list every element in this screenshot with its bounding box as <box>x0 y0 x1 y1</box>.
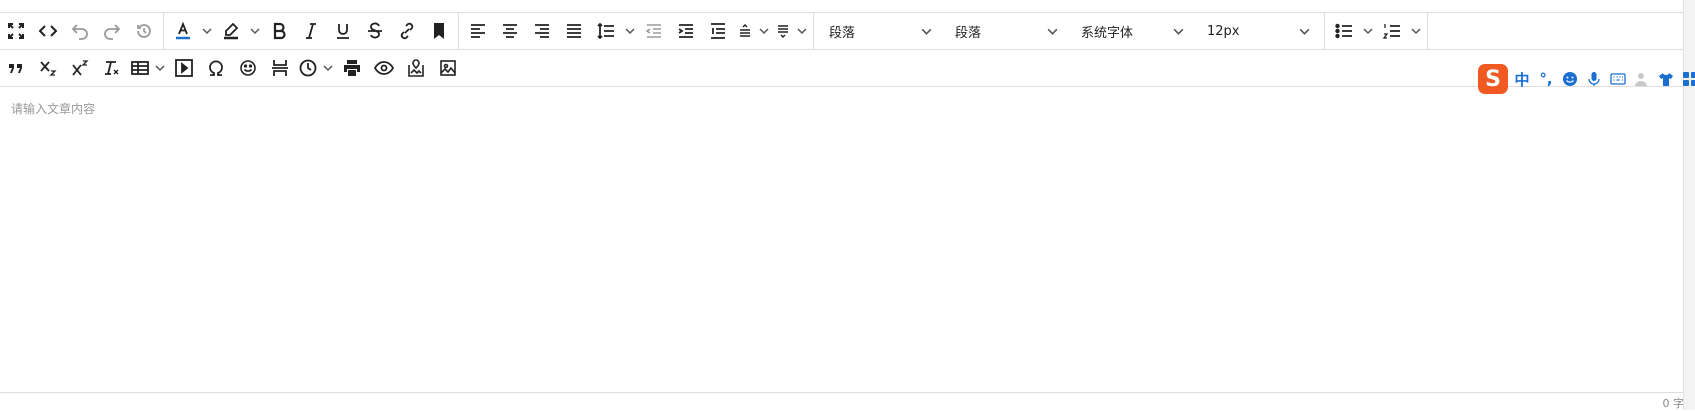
toolbar-row-1: 段落 段落 系统字体 12px <box>0 12 1684 50</box>
special-character-icon[interactable] <box>200 52 232 84</box>
numbered-list-icon[interactable] <box>1376 15 1408 47</box>
video-icon[interactable] <box>168 52 200 84</box>
chevron-down-icon[interactable] <box>199 15 215 47</box>
microphone-icon[interactable] <box>1584 69 1604 89</box>
chevron-down-icon[interactable] <box>1408 15 1424 47</box>
chevron-down-icon <box>1173 28 1184 35</box>
editor-content[interactable]: 请输入文章内容 <box>0 92 1684 392</box>
ime-mode-toggle[interactable]: 中 <box>1512 69 1532 89</box>
toolbar-separator <box>1324 13 1325 49</box>
paragraph-format-select[interactable]: 段落 <box>817 13 943 49</box>
chevron-down-icon <box>921 28 932 35</box>
ime-toolbar: S 中 °, <box>1478 64 1695 94</box>
paragraph-format-value: 段落 <box>829 25 856 41</box>
spacing-after-icon[interactable] <box>772 15 794 47</box>
emoji-icon[interactable] <box>232 52 264 84</box>
word-count: 0 字 <box>1662 397 1685 410</box>
toolbar-separator <box>813 13 814 49</box>
blockquote-icon[interactable] <box>0 52 32 84</box>
fullscreen-icon[interactable] <box>0 15 32 47</box>
superscript-icon[interactable] <box>64 52 96 84</box>
font-size-value: 12px <box>1207 23 1240 39</box>
table-icon[interactable] <box>128 52 152 84</box>
smiley-icon[interactable] <box>1560 69 1580 89</box>
underline-icon[interactable] <box>327 15 359 47</box>
outdent-icon[interactable] <box>638 15 670 47</box>
toolbar-row-2 <box>0 50 1684 87</box>
code-view-icon[interactable] <box>32 15 64 47</box>
strikethrough-icon[interactable] <box>359 15 391 47</box>
toolbar-separator <box>163 13 164 49</box>
editor-footer: 0 字 <box>0 392 1684 411</box>
toolbox-grid-icon[interactable] <box>1680 69 1695 89</box>
print-icon[interactable] <box>336 52 368 84</box>
align-right-icon[interactable] <box>526 15 558 47</box>
ime-logo-icon[interactable]: S <box>1478 64 1508 94</box>
chevron-down-icon[interactable] <box>152 52 168 84</box>
rich-text-editor: 段落 段落 系统字体 12px 请输入文章内容 0 字 <box>0 0 1684 410</box>
history-icon[interactable] <box>128 15 160 47</box>
chevron-down-icon[interactable] <box>247 15 263 47</box>
vertical-scrollbar[interactable] <box>1683 0 1695 410</box>
chevron-down-icon[interactable] <box>756 15 772 47</box>
redo-icon[interactable] <box>96 15 128 47</box>
chevron-down-icon <box>1299 28 1310 35</box>
keyboard-icon[interactable] <box>1608 69 1628 89</box>
font-family-select[interactable]: 系统字体 <box>1069 13 1195 49</box>
align-center-icon[interactable] <box>494 15 526 47</box>
bookmark-icon[interactable] <box>423 15 455 47</box>
preview-icon[interactable] <box>368 52 400 84</box>
align-left-icon[interactable] <box>462 15 494 47</box>
chevron-down-icon[interactable] <box>794 15 810 47</box>
font-family-value: 系统字体 <box>1081 25 1134 41</box>
font-size-select[interactable]: 12px <box>1195 13 1321 49</box>
page-break-icon[interactable] <box>264 52 296 84</box>
chevron-down-icon[interactable] <box>320 52 336 84</box>
ime-punctuation-toggle[interactable]: °, <box>1536 69 1556 89</box>
map-icon[interactable] <box>400 52 432 84</box>
paragraph-style-value: 段落 <box>955 25 982 41</box>
clear-format-icon[interactable] <box>96 52 128 84</box>
spacing-before-icon[interactable] <box>734 15 756 47</box>
bulleted-list-icon[interactable] <box>1328 15 1360 47</box>
font-color-icon[interactable] <box>167 15 199 47</box>
user-icon[interactable] <box>1632 69 1652 89</box>
paragraph-spacing-icon[interactable] <box>702 15 734 47</box>
chevron-down-icon[interactable] <box>622 15 638 47</box>
subscript-icon[interactable] <box>32 52 64 84</box>
image-icon[interactable] <box>432 52 464 84</box>
indent-icon[interactable] <box>670 15 702 47</box>
skin-shirt-icon[interactable] <box>1656 69 1676 89</box>
chevron-down-icon <box>1047 28 1058 35</box>
undo-icon[interactable] <box>64 15 96 47</box>
italic-icon[interactable] <box>295 15 327 47</box>
chevron-down-icon[interactable] <box>1360 15 1376 47</box>
toolbar-separator <box>458 13 459 49</box>
line-height-icon[interactable] <box>590 15 622 47</box>
bold-icon[interactable] <box>263 15 295 47</box>
paragraph-style-select[interactable]: 段落 <box>943 13 1069 49</box>
link-icon[interactable] <box>391 15 423 47</box>
highlight-color-icon[interactable] <box>215 15 247 47</box>
align-justify-icon[interactable] <box>558 15 590 47</box>
editor-placeholder: 请输入文章内容 <box>11 102 96 116</box>
toolbar-separator <box>1427 13 1428 49</box>
clock-icon[interactable] <box>296 52 320 84</box>
